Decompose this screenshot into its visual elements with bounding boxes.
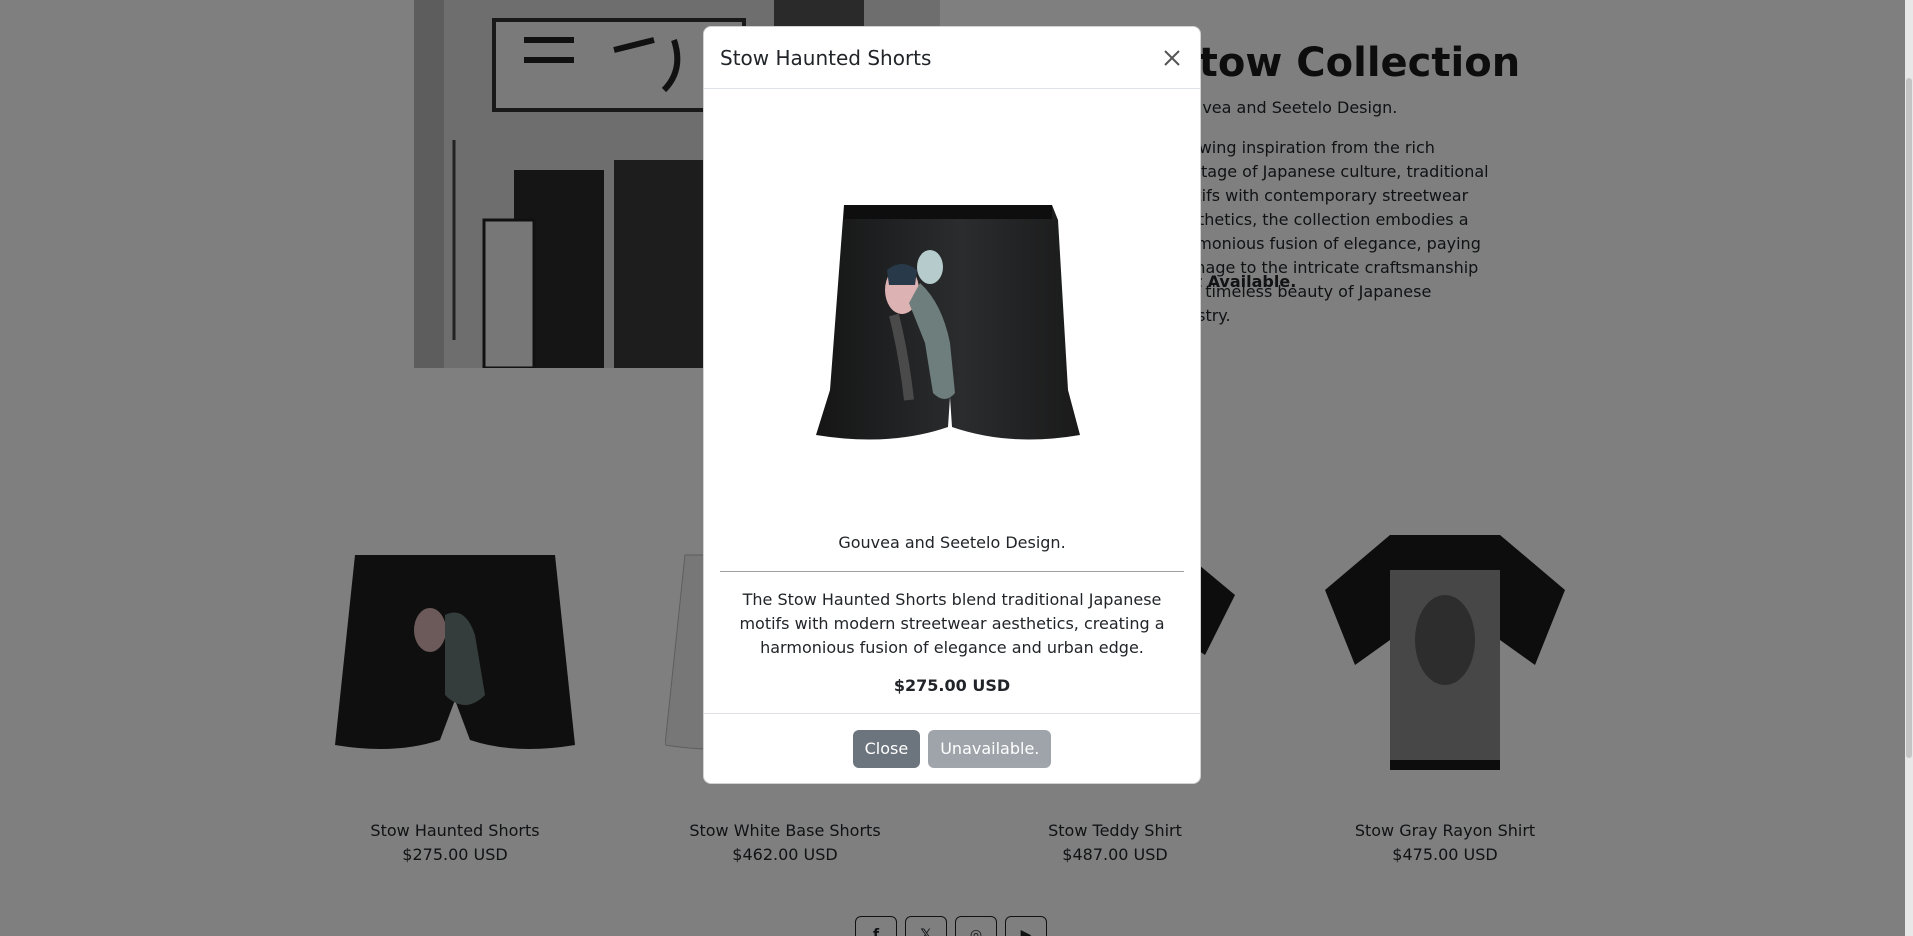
modal-footer: Close Unavailable. bbox=[704, 713, 1200, 783]
close-icon[interactable] bbox=[1160, 46, 1184, 70]
modal-price: $275.00 USD bbox=[893, 676, 1011, 695]
modal-header: Stow Haunted Shorts bbox=[704, 27, 1200, 89]
modal-description: The Stow Haunted Shorts blend traditiona… bbox=[739, 590, 1165, 657]
modal-product-image bbox=[720, 105, 1184, 515]
close-button[interactable]: Close bbox=[852, 729, 921, 768]
unavailable-button: Unavailable. bbox=[928, 729, 1052, 768]
product-modal: Stow Haunted Shorts Gouvea and Seetelo D… bbox=[703, 26, 1201, 784]
modal-divider bbox=[720, 571, 1184, 572]
modal-body: Gouvea and Seetelo Design. The Stow Haun… bbox=[704, 89, 1200, 714]
modal-designer: Gouvea and Seetelo Design. bbox=[838, 533, 1066, 552]
scrollbar-thumb[interactable] bbox=[1906, 78, 1912, 758]
modal-title: Stow Haunted Shorts bbox=[720, 45, 932, 70]
scrollbar[interactable] bbox=[1905, 0, 1913, 936]
